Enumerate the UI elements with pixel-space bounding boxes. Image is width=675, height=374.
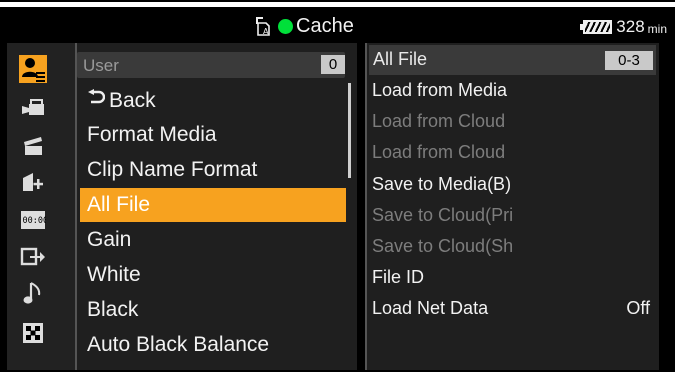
menu-item-white[interactable]: White — [87, 258, 347, 292]
submenu-item-label: Save to Media(B) — [372, 174, 512, 194]
submenu-item: Load from Cloud — [372, 107, 652, 135]
media-status: A Cache — [254, 14, 354, 38]
svg-text:00:00: 00:00 — [23, 216, 47, 226]
media-slot-icon: A — [254, 15, 274, 37]
submenu-item-label: Load from Cloud — [372, 111, 506, 131]
status-bar: A Cache 328 min — [0, 7, 675, 41]
menu-item-label: Auto Black Balance — [87, 333, 270, 356]
timecode-icon[interactable]: 00:00 — [19, 206, 47, 234]
menu-item-auto-black-balance[interactable]: Auto Black Balance — [87, 328, 347, 362]
camera-icon[interactable] — [19, 93, 47, 121]
menu-item-gain[interactable]: Gain — [87, 223, 347, 257]
battery-value: 328 — [616, 17, 645, 36]
menu-item-clip-name-format[interactable]: Clip Name Format — [87, 153, 347, 187]
menu-item-label: Black — [87, 298, 139, 321]
battery-unit: min — [647, 22, 667, 36]
submenu-header-label: All File — [373, 49, 428, 69]
submenu-item-label: Save to Cloud(Sh — [372, 236, 514, 256]
submenu-item-label: Load Net Data — [372, 298, 489, 318]
submenu-item-label: Save to Cloud(Pri — [372, 205, 514, 225]
menu-item-label: White — [87, 263, 141, 286]
submenu-header-range: 0-3 — [605, 51, 653, 70]
back-arrow-icon — [87, 84, 109, 118]
menu-item-label: Format Media — [87, 123, 217, 146]
submenu-item[interactable]: Load Net Data Off — [372, 294, 652, 322]
user-menu-panel: User 0 Back Format Media Clip Name Format A… — [77, 43, 357, 370]
grid-icon[interactable] — [19, 319, 47, 347]
menu-item-all-file[interactable]: All File — [80, 188, 346, 222]
menu-header-count: 0 — [321, 55, 345, 74]
media-indicator-dot — [278, 18, 293, 34]
submenu-item[interactable]: Load from Media — [372, 76, 652, 104]
battery-status: 328 min — [580, 16, 667, 38]
battery-icon — [580, 20, 613, 34]
menu-item-label: Gain — [87, 228, 132, 251]
menu-item-black[interactable]: Black — [87, 293, 347, 327]
submenu-item: Save to Cloud(Sh — [372, 232, 652, 260]
svg-text:A: A — [263, 27, 269, 36]
menu-header: User 0 — [77, 52, 345, 78]
menu-scrollbar[interactable] — [348, 83, 351, 178]
menu-item-back[interactable]: Back — [87, 84, 347, 118]
category-icon-column: 00:00 — [7, 43, 77, 370]
submenu-item[interactable]: Save to Media(B) — [372, 170, 652, 198]
audio-note-icon[interactable] — [19, 280, 47, 308]
menu-header-label: User — [83, 56, 119, 75]
user-icon[interactable] — [19, 55, 47, 83]
submenu-header: All File 0-3 — [369, 45, 656, 75]
submenu-item: Load from Cloud — [372, 138, 652, 166]
menu-item-label: Clip Name Format — [87, 158, 258, 181]
top-divider — [0, 0, 675, 2]
submenu-item-label: Load from Cloud — [372, 142, 506, 162]
submenu-item: Save to Cloud(Pri — [372, 201, 652, 229]
menu-item-label: Back — [109, 89, 156, 112]
menu-item-format-media[interactable]: Format Media — [87, 118, 347, 152]
lens-plus-icon[interactable] — [19, 168, 47, 196]
all-file-submenu-panel: All File 0-3 Load from Media Load from Cl… — [365, 43, 659, 370]
output-icon[interactable] — [19, 243, 47, 271]
submenu-item-label: File ID — [372, 267, 425, 287]
clapper-icon[interactable] — [19, 131, 47, 159]
submenu-item[interactable]: File ID — [372, 263, 652, 291]
submenu-item-value: Off — [626, 298, 650, 318]
menu-item-label: All File — [87, 193, 151, 216]
media-label: Cache — [296, 14, 354, 37]
submenu-item-label: Load from Media — [372, 80, 508, 100]
